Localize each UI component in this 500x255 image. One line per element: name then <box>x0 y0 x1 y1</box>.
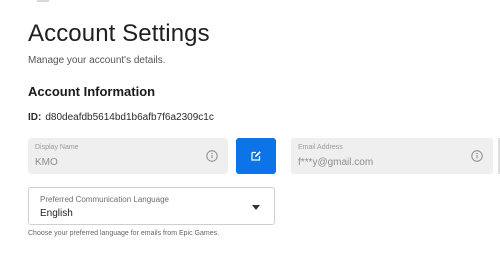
edit-icon <box>251 151 261 161</box>
page-subtitle: Manage your account's details. <box>28 55 166 66</box>
info-icon[interactable] <box>471 150 483 162</box>
top-strip <box>0 0 500 6</box>
language-helper-text: Choose your preferred language for email… <box>28 230 220 237</box>
account-id-value: d80deafdb5614bd1b6afb7f6a2309c1c <box>45 112 214 123</box>
display-name-value: KMO <box>35 157 58 168</box>
account-information-heading: Account Information <box>28 84 156 99</box>
language-select[interactable]: Preferred Communication Language English <box>28 187 275 225</box>
email-field[interactable]: Email Address f***y@gmail.com <box>291 138 493 174</box>
language-select-label: Preferred Communication Language <box>40 195 169 204</box>
account-id: ID: d80deafdb5614bd1b6afb7f6a2309c1c <box>28 112 214 123</box>
email-label: Email Address <box>298 144 343 151</box>
info-icon[interactable] <box>206 150 218 162</box>
language-select-value: English <box>40 208 73 219</box>
edit-display-name-button[interactable] <box>236 138 276 174</box>
display-name-label: Display Name <box>35 144 79 151</box>
top-fragment <box>37 0 49 2</box>
chevron-down-icon <box>252 205 260 210</box>
email-value: f***y@gmail.com <box>298 157 374 168</box>
display-name-field[interactable]: Display Name KMO <box>28 138 228 174</box>
page-title: Account Settings <box>28 20 210 47</box>
account-id-label: ID: <box>28 112 42 123</box>
